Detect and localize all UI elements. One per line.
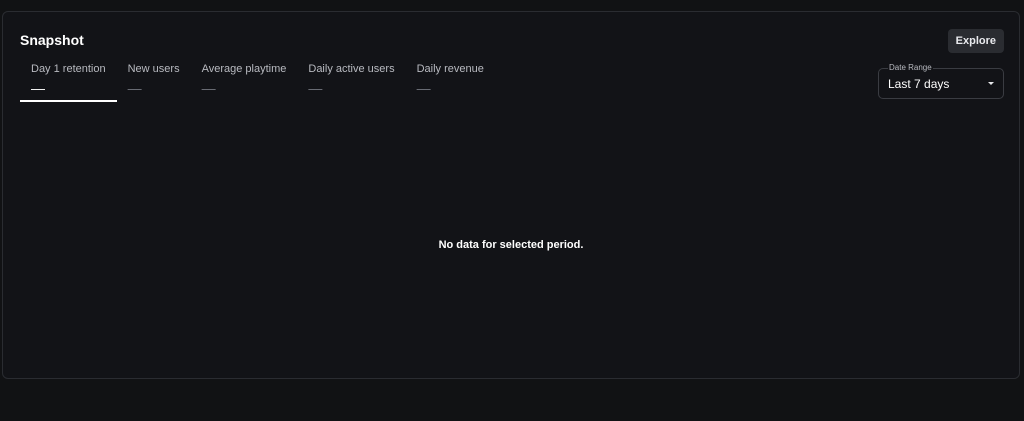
tab-value: —: [308, 80, 324, 96]
tab-label: Day 1 retention: [31, 63, 106, 75]
tab-value: —: [31, 80, 46, 96]
explore-button[interactable]: Explore: [947, 29, 1004, 53]
tab-label: Daily revenue: [416, 63, 484, 75]
tab-label: Daily active users: [308, 63, 395, 75]
date-range-label: Date Range: [888, 63, 933, 72]
caret-down-icon: [988, 82, 994, 85]
empty-state-message: No data for selected period.: [438, 239, 584, 251]
tab-day-1-retention[interactable]: Day 1 retention —: [20, 58, 117, 102]
date-range-select[interactable]: Date Range Last 7 days: [878, 63, 1004, 99]
panel-title: Snapshot: [20, 32, 84, 48]
tab-new-users[interactable]: New users —: [117, 58, 191, 102]
tab-value: —: [416, 80, 432, 96]
date-range-value: Last 7 days: [888, 77, 950, 91]
metric-tabs: Day 1 retention — New users — Average pl…: [20, 58, 495, 102]
tab-label: Average playtime: [201, 63, 287, 75]
tab-daily-revenue[interactable]: Daily revenue —: [406, 58, 495, 102]
snapshot-panel: Snapshot Explore Day 1 retention — New u…: [2, 11, 1020, 379]
tab-value: —: [201, 80, 217, 96]
tab-daily-active-users[interactable]: Daily active users —: [297, 58, 405, 102]
tab-label: New users: [127, 63, 180, 75]
tab-value: —: [127, 80, 143, 96]
tab-average-playtime[interactable]: Average playtime —: [191, 58, 298, 102]
